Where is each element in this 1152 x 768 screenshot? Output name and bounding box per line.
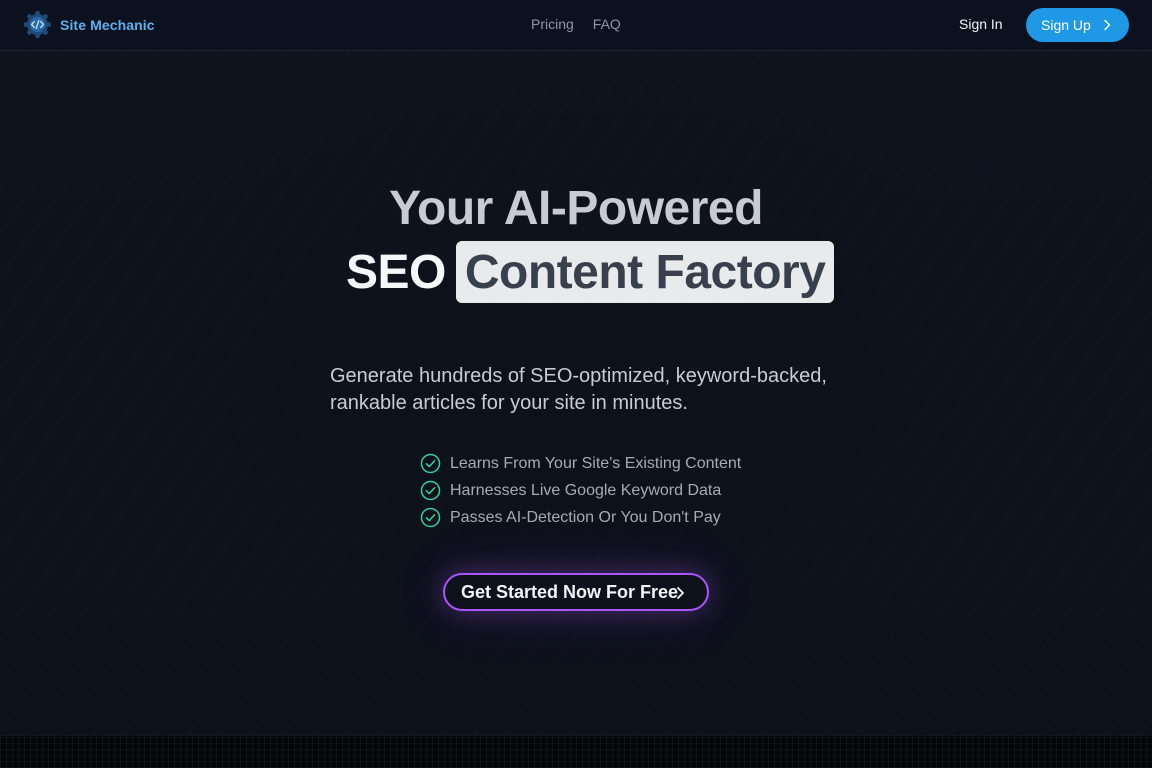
hero-title-line1: Your AI-Powered [389,182,763,235]
main-nav: Pricing FAQ [531,16,621,32]
gear-code-icon [24,11,51,38]
chevron-right-icon [677,587,684,599]
sign-up-label: Sign Up [1041,17,1091,33]
check-circle-icon [420,453,441,474]
chevron-right-icon [1104,19,1111,31]
hero-title-highlight: Content Factory [455,241,835,303]
feature-text: Learns From Your Site's Existing Content [450,454,742,472]
top-navbar: Site Mechanic Pricing FAQ Sign In Sign U… [0,0,1152,51]
sign-in-link[interactable]: Sign In [959,16,1003,32]
next-section-edge [0,735,1152,768]
feature-list: Learns From Your Site's Existing Content… [420,450,741,531]
check-circle-icon [420,507,441,528]
get-started-label: Get Started Now For Free [461,581,679,602]
feature-item: Passes AI-Detection Or You Don't Pay [420,504,741,531]
sign-up-button[interactable]: Sign Up [1026,8,1129,42]
hero-title-plain: SEO [346,245,446,299]
landing-page: Site Mechanic Pricing FAQ Sign In Sign U… [0,0,1152,768]
brand-name: Site Mechanic [60,16,155,33]
hero-title-line2: SEO Content Factory [346,241,835,303]
feature-text: Harnesses Live Google Keyword Data [450,481,722,499]
hero-subtitle: Generate hundreds of SEO-optimized, keyw… [330,365,827,414]
nav-link-pricing[interactable]: Pricing [531,16,574,32]
check-circle-icon [420,480,441,501]
brand-logo-link[interactable]: Site Mechanic [23,10,155,39]
hero-section: Your AI-Powered SEO Content Factory Gene… [0,51,1152,735]
feature-text: Passes AI-Detection Or You Don't Pay [450,508,721,526]
get-started-button[interactable]: Get Started Now For Free [443,573,709,611]
feature-item: Harnesses Live Google Keyword Data [420,477,741,504]
nav-link-faq[interactable]: FAQ [593,16,621,32]
feature-item: Learns From Your Site's Existing Content [420,450,741,477]
